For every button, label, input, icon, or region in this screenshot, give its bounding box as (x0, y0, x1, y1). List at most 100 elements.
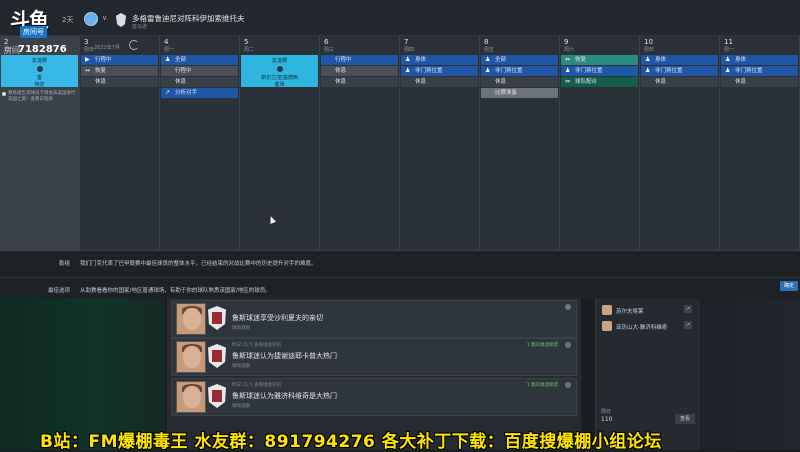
training-session[interactable]: ♟ 非门将位置 (561, 66, 638, 76)
training-session[interactable]: ♟ 非门将位置 (401, 66, 478, 76)
training-session[interactable]: ↗ 分析对手 (161, 88, 238, 98)
training-session[interactable]: 行程中 (321, 55, 398, 65)
info-row-text: 从助教看看你的国家/地区普通球场，有助于你的球队熟悉该国家/地区的球员。 (80, 288, 271, 294)
training-session[interactable]: ⇔ 球队配合 (561, 77, 638, 87)
day-number: 5 (244, 38, 249, 46)
session-label: 球队配合 (575, 79, 598, 85)
training-session[interactable]: 休息 (161, 77, 238, 87)
training-session[interactable]: ♟ 非门将位置 (481, 66, 558, 76)
news-byline: 球场观察 (232, 326, 250, 331)
calendar-day-column[interactable]: 9 周六 ⇔ 恢复 ♟ 非门将位置 ⇔ 球队配合 (560, 36, 640, 250)
arrow-icon[interactable]: ↗ (684, 321, 692, 329)
session-label: 非门将位置 (655, 68, 683, 74)
day-header: 11 周一 (720, 36, 799, 54)
session-label: 休息 (735, 79, 747, 85)
calendar-day-column[interactable]: 3 周日 2022年7月 ▶ 行程中 ↔ 恢复 休息 (80, 36, 160, 250)
day-number: 7 (404, 38, 409, 46)
training-session[interactable]: 休息 (641, 77, 718, 87)
session-label: 身体 (735, 57, 747, 63)
more-options-icon[interactable] (565, 304, 571, 310)
news-headline: 鲁斯球迷认为雅济科维奇是大热门 (232, 392, 337, 400)
training-session[interactable]: ▶ 行程中 (81, 55, 158, 65)
training-session[interactable]: 休息 (401, 77, 478, 87)
news-item[interactable]: 鲁斯球迷享受沙利夏夫的亲切 球场观察 (171, 300, 577, 338)
screen: 2天 ∨ 多格雷鲁迪尼对阵科伊加索维托夫 亚马逊 斗鱼 房间号 房间 71828… (0, 0, 800, 452)
match-event-text: 友谊赛 (271, 58, 287, 64)
session-label: 行程中 (335, 57, 352, 63)
day-name: 周四 (404, 47, 415, 53)
day-number: 6 (324, 38, 329, 46)
calendar-day-column[interactable]: 4 周一 ♟ 全部 行程中 休息 ↗ 分析对手 (160, 36, 240, 250)
training-session[interactable]: 休息 (481, 77, 558, 87)
days-label: 2天 (62, 16, 74, 24)
day-name: 周一 (164, 47, 175, 53)
side-list-item[interactable]: 亚历山大·雅济科维奇 ↗ (600, 320, 696, 332)
training-session[interactable]: ⇔ 恢复 (561, 55, 638, 65)
session-label: 行程中 (95, 57, 112, 63)
day-header: 7 周四 (400, 36, 479, 54)
match-event-text: 客场 (274, 82, 285, 88)
day-number: 8 (484, 38, 489, 46)
badge-inner (212, 312, 222, 324)
calendar-day-column[interactable]: 6 周三 行程中休息 休息 (320, 36, 400, 250)
calendar-day-column[interactable]: 5 周二 友谊赛 新尔兰/亚塞德西 客场 (240, 36, 320, 250)
session-label: 休息 (655, 79, 667, 85)
day-number: 11 (724, 38, 733, 46)
training-session[interactable]: 休息 (81, 77, 158, 87)
arrow-icon[interactable]: ↗ (684, 305, 692, 313)
training-session[interactable]: ♟ 非门将位置 (721, 66, 798, 76)
day-name: 周五 (484, 47, 495, 53)
chevron-down-icon[interactable]: ∨ (102, 14, 107, 22)
training-session[interactable]: ♟ 全部 (481, 55, 558, 65)
training-session[interactable]: ♟ 非门将位置 (641, 66, 718, 76)
calendar-day-column[interactable]: 8 周五 ♟ 全部 ♟ 非门将位置 休息 比赛准备 (480, 36, 560, 250)
side-list-item[interactable]: 苏尔夫将莱 ↗ (600, 304, 696, 316)
session-label: 休息 (95, 79, 107, 85)
training-session[interactable]: 休息 (721, 77, 798, 87)
calendar-day-column[interactable]: 11 周一 ♟ 身体 ♟ 非门将位置休息 (720, 36, 800, 250)
news-item[interactable]: 昨日 21:5 查看球迷资讯 鲁斯球迷认为雅济科维奇是大热门 球场观察 1 我的球迷联… (171, 378, 577, 416)
training-calendar: 2 周六 友谊赛客待定 教练组告诉球员下周会去美国进行美国之旅！查看日程表 3 周日 202… (0, 36, 800, 250)
day-number: 9 (564, 38, 569, 46)
page-title: 多格雷鲁迪尼对阵科伊加索维托夫 (132, 14, 245, 23)
training-session[interactable]: ♟ 全部 (161, 55, 238, 65)
training-session[interactable]: 休息 (321, 66, 398, 76)
note-text: 教练组告诉球员下周会去美国进行美国之旅！查看日程表 (8, 91, 76, 102)
session-type-icon: ♟ (485, 56, 491, 63)
day-header: 8 周五 (480, 36, 559, 54)
day-name: 周三 (324, 47, 335, 53)
session-type-icon: ♟ (485, 67, 491, 74)
training-session[interactable]: ♟ 身体 (641, 55, 718, 65)
view-button[interactable]: 查看 (675, 414, 695, 424)
training-session[interactable]: ♟ 身体 (401, 55, 478, 65)
news-byline: 球场观察 (232, 404, 250, 409)
day-number: 3 (84, 38, 89, 46)
side-item-name: 亚历山大·雅济科维奇 (616, 325, 668, 331)
session-label: 恢复 (95, 68, 107, 74)
club-badge-icon (208, 344, 226, 368)
calendar-day-column[interactable]: 10 周日 ♟ 身体 ♟ 非门将位置 休息 (640, 36, 720, 250)
training-session[interactable]: 行程中 (161, 66, 238, 76)
match-event[interactable]: 友谊赛 新尔兰/亚塞德西 客场 (241, 55, 318, 88)
news-item[interactable]: 昨日 21:5 查看球迷资讯 鲁斯球迷认为捷谢迪耶卡普大热门 球场观察 1 我的球迷联… (171, 338, 577, 376)
news-tag: 1 我的球迷联盟 (526, 383, 558, 388)
note-icon (2, 92, 6, 96)
training-session[interactable]: 休息 (321, 77, 398, 87)
training-session[interactable]: ↔ 恢复 (81, 66, 158, 76)
more-options-icon[interactable] (565, 342, 571, 348)
calendar-day-column[interactable]: 2 周六 友谊赛客待定 教练组告诉球员下周会去美国进行美国之旅！查看日程表 (0, 36, 80, 250)
face (183, 308, 201, 330)
news-date: 昨日 21:5 查看球迷资讯 (232, 343, 281, 348)
confirm-button[interactable]: 确定 (780, 281, 798, 291)
calendar-note: 教练组告诉球员下周会去美国进行美国之旅！查看日程表 (2, 91, 77, 103)
info-row-label: 勒组 (58, 261, 70, 267)
badge-inner (212, 390, 222, 402)
club-badge-icon (208, 306, 226, 330)
more-options-icon[interactable] (565, 382, 571, 388)
training-session[interactable]: ♟ 身体 (721, 55, 798, 65)
info-panel: 勒组 我们门克代表了巴甲联赛中最佳球员的整体水平，已经结束的对战比赛中的历史提升… (0, 250, 800, 298)
calendar-day-column[interactable]: 7 周四 ♟ 身体 ♟ 非门将位置 休息 (400, 36, 480, 250)
club-crest-icon[interactable] (84, 12, 98, 26)
match-event[interactable]: 友谊赛客待定 (1, 55, 78, 88)
training-session[interactable]: 比赛准备 (481, 88, 558, 98)
